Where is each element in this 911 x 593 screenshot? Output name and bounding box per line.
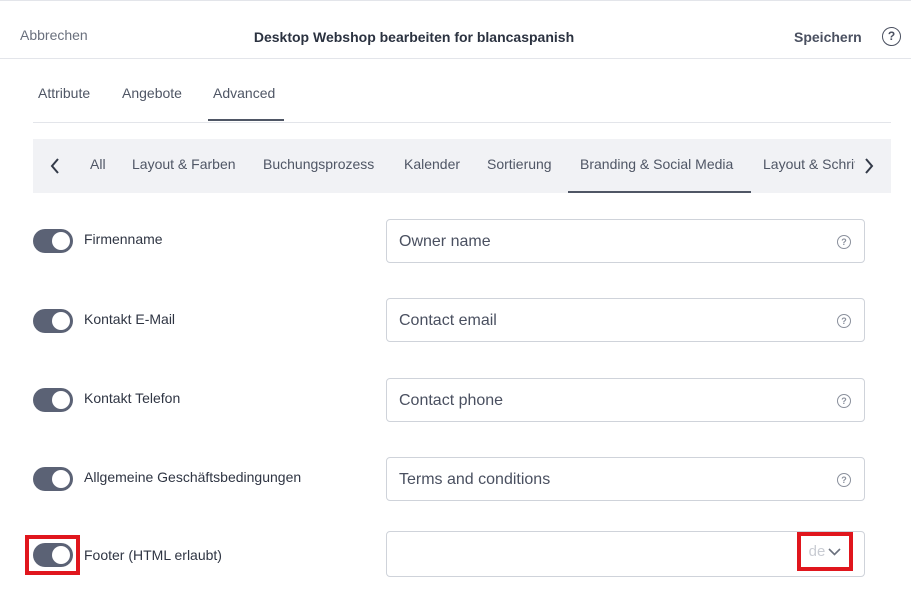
highlight-box-toggle — [25, 535, 80, 575]
chevron-left-icon[interactable] — [35, 139, 75, 193]
subnav-item-layout-schrift[interactable]: Layout & Schrift — [763, 156, 855, 172]
subnav-item-layout-farben[interactable]: Layout & Farben — [132, 156, 236, 172]
tab-advanced[interactable]: Advanced — [213, 85, 275, 101]
toggle-knob — [52, 232, 70, 250]
subnav-items: All Layout & Farben Buchungsprozess Kale… — [79, 139, 855, 193]
toggle-knob — [52, 470, 70, 488]
page-title: Desktop Webshop bearbeiten for blancaspa… — [253, 29, 575, 45]
toggle-kontakt-telefon[interactable] — [33, 388, 73, 412]
help-icon[interactable]: ? — [882, 27, 901, 46]
toggle-knob — [52, 391, 70, 409]
chevron-right-icon[interactable] — [849, 139, 889, 193]
active-tab-indicator — [208, 119, 284, 121]
tab-attribute[interactable]: Attribute — [38, 85, 90, 101]
subnav-item-sortierung[interactable]: Sortierung — [487, 156, 552, 172]
active-subnav-indicator — [568, 191, 751, 193]
highlight-box-language — [797, 532, 853, 571]
setting-label: Kontakt Telefon — [84, 390, 181, 406]
question-icon[interactable]: ? — [837, 473, 851, 487]
kontakt-email-field[interactable]: Contact email ? — [386, 298, 865, 342]
toggle-firmenname[interactable] — [33, 229, 73, 253]
footer-field[interactable] — [386, 531, 865, 577]
agb-field[interactable]: Terms and conditions ? — [386, 457, 865, 501]
question-icon[interactable]: ? — [837, 314, 851, 328]
setting-label: Allgemeine Geschäftsbedingungen — [84, 469, 302, 485]
main-tabs: Attribute Angebote Advanced — [33, 59, 891, 123]
setting-label: Footer (HTML erlaubt) — [84, 547, 222, 563]
kontakt-telefon-field[interactable]: Contact phone ? — [386, 378, 865, 422]
subnav-item-buchungsprozess[interactable]: Buchungsprozess — [263, 156, 374, 172]
setting-label: Kontakt E-Mail — [84, 311, 176, 327]
field-value: Owner name — [399, 233, 491, 250]
field-value: Terms and conditions — [399, 471, 551, 488]
toggle-kontakt-email[interactable] — [33, 309, 73, 333]
subnav-item-branding-social-media[interactable]: Branding & Social Media — [580, 156, 733, 172]
header-bar: Abbrechen Desktop Webshop bearbeiten for… — [0, 0, 911, 59]
setting-label: Firmenname — [84, 231, 163, 247]
firmenname-field[interactable]: Owner name ? — [386, 219, 865, 263]
tab-angebote[interactable]: Angebote — [122, 85, 182, 101]
toggle-knob — [52, 312, 70, 330]
question-icon[interactable]: ? — [837, 235, 851, 249]
question-icon[interactable]: ? — [837, 394, 851, 408]
save-button[interactable]: Speichern — [794, 29, 862, 45]
toggle-agb[interactable] — [33, 467, 73, 491]
subnav-item-all[interactable]: All — [90, 156, 106, 172]
category-subnav: All Layout & Farben Buchungsprozess Kale… — [33, 139, 891, 193]
subnav-item-kalender[interactable]: Kalender — [404, 156, 460, 172]
field-value: Contact phone — [399, 392, 504, 409]
field-value: Contact email — [399, 312, 497, 329]
